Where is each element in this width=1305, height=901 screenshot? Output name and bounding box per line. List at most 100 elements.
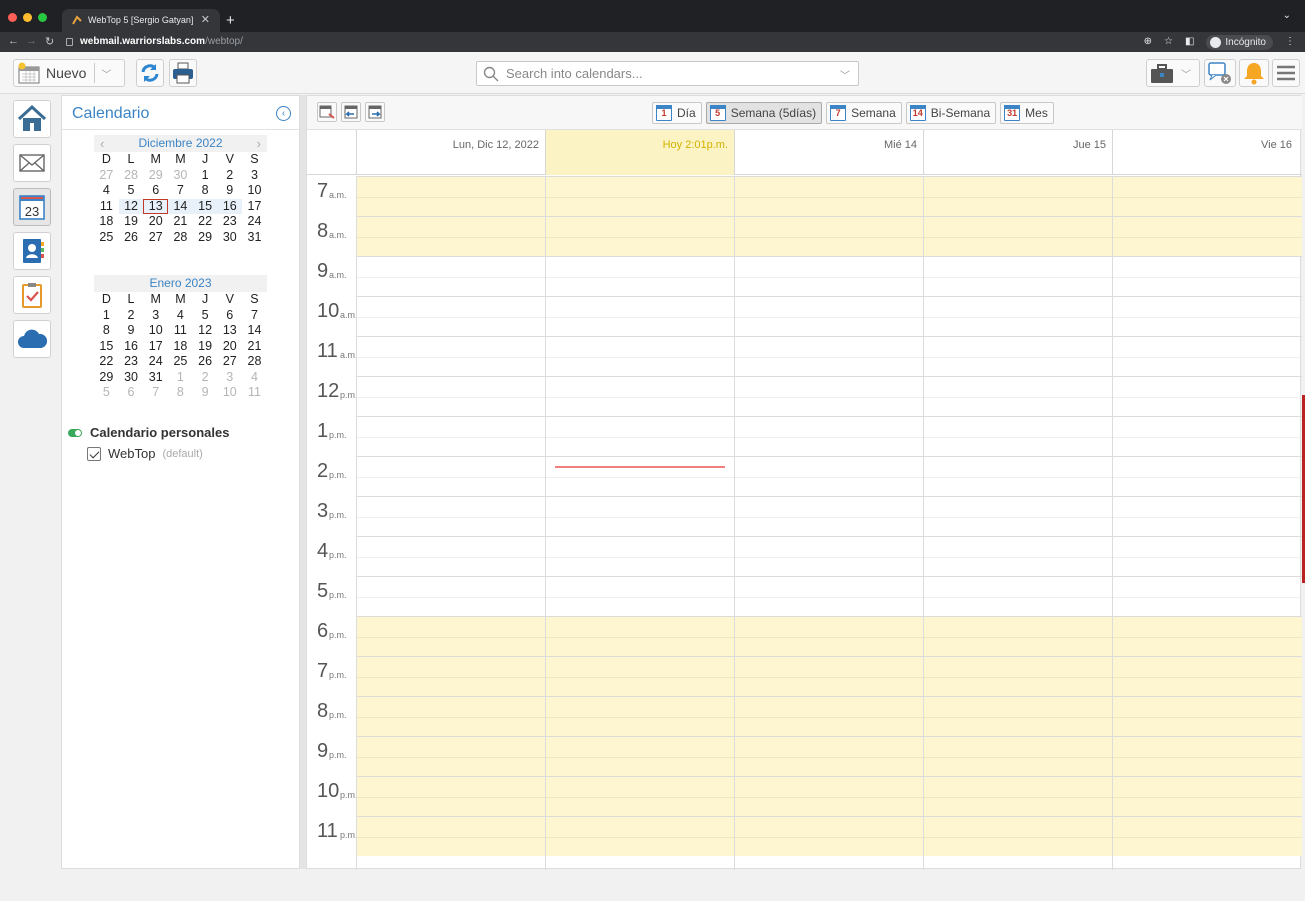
nav-mail[interactable] <box>13 144 51 182</box>
minical-day[interactable]: 19 <box>119 214 144 230</box>
minical-day[interactable]: 18 <box>168 339 193 355</box>
minical-day[interactable]: 19 <box>193 339 218 355</box>
minical-day[interactable]: 28 <box>119 168 144 184</box>
hour-row[interactable] <box>356 696 1302 736</box>
minical-day[interactable]: 23 <box>217 214 242 230</box>
minical-day[interactable]: 14 <box>242 323 267 339</box>
minical-day[interactable]: 29 <box>94 370 119 386</box>
view-button[interactable]: 31 Mes <box>1000 102 1054 124</box>
chevron-down-icon[interactable]: ﹀ <box>840 67 850 82</box>
minical-day[interactable]: 24 <box>143 354 168 370</box>
minical-day[interactable]: 7 <box>143 385 168 401</box>
minical-day[interactable]: 11 <box>168 323 193 339</box>
minical-day[interactable]: 6 <box>143 183 168 199</box>
day-header[interactable]: Jue 15 <box>923 130 1112 175</box>
minical-day[interactable]: 30 <box>168 168 193 184</box>
minical-day[interactable]: 3 <box>242 168 267 184</box>
hour-row[interactable] <box>356 536 1302 576</box>
hour-row[interactable] <box>356 336 1302 376</box>
view-button[interactable]: 1 Día <box>652 102 702 124</box>
minical-day[interactable]: 26 <box>119 230 144 246</box>
minical-day[interactable]: 25 <box>94 230 119 246</box>
day-header[interactable]: Vie 16 <box>1112 130 1298 175</box>
browser-menu-icon[interactable]: ⋮ <box>1285 32 1295 52</box>
close-window-icon[interactable] <box>8 13 17 22</box>
minical-day[interactable]: 13 <box>217 323 242 339</box>
new-button[interactable]: Nuevo ﹀ <box>13 59 125 87</box>
minical-day[interactable]: 10 <box>143 323 168 339</box>
minical-day[interactable]: 10 <box>242 183 267 199</box>
minical-day[interactable]: 4 <box>94 183 119 199</box>
minical-day[interactable]: 11 <box>242 385 267 401</box>
main-menu-button[interactable] <box>1272 59 1300 87</box>
calendar-item-webtop[interactable]: WebTop (default) <box>87 446 203 461</box>
minical-day[interactable]: 18 <box>94 214 119 230</box>
nav-home[interactable] <box>13 100 51 138</box>
minical-day[interactable]: 8 <box>94 323 119 339</box>
minical-day[interactable]: 11 <box>94 199 119 215</box>
minical-day[interactable]: 14 <box>168 198 193 214</box>
minical-day[interactable]: 1 <box>168 370 193 386</box>
calendar-group[interactable]: Calendario personales <box>68 425 229 440</box>
minical-day[interactable]: 12 <box>118 198 144 214</box>
view-button[interactable]: 14 Bi-Semana <box>905 102 997 124</box>
view-button[interactable]: 7 Semana <box>826 102 902 124</box>
prev-period-button[interactable] <box>341 102 361 122</box>
back-icon[interactable]: ← <box>8 35 19 47</box>
bookmark-star-icon[interactable]: ☆ <box>1164 32 1173 52</box>
minical-day[interactable]: 10 <box>217 385 242 401</box>
minical-day[interactable]: 7 <box>242 308 267 324</box>
hour-row[interactable] <box>356 296 1302 336</box>
minical-day[interactable]: 27 <box>217 354 242 370</box>
hour-row[interactable] <box>356 576 1302 616</box>
minical-day[interactable]: 12 <box>193 323 218 339</box>
minical-day[interactable]: 9 <box>119 323 144 339</box>
minical-day[interactable]: 16 <box>217 198 243 214</box>
minical-day[interactable]: 21 <box>242 339 267 355</box>
collapse-sidebar-icon[interactable]: ‹ <box>276 106 291 121</box>
hour-row[interactable] <box>356 216 1302 256</box>
nav-tasks[interactable] <box>13 276 51 314</box>
minical-day[interactable]: 31 <box>143 370 168 386</box>
minical-day[interactable]: 7 <box>168 183 193 199</box>
close-tab-icon[interactable]: ✕ <box>201 9 210 32</box>
day-header[interactable]: Mié 14 <box>734 130 923 175</box>
week-grid[interactable]: 7 a.m. 8 a.m. 9 a.m. 10 a.m. 11 a.m. 12 p.m. 1 p.m. 2 p… <box>307 176 1302 870</box>
minical-day[interactable]: 2 <box>193 370 218 386</box>
nav-contacts[interactable] <box>13 232 51 270</box>
browser-tab[interactable]: WebTop 5 [Sergio Gatyan] ✕ <box>62 9 220 32</box>
minical-day[interactable]: 27 <box>143 230 168 246</box>
minical-day[interactable]: 31 <box>242 230 267 246</box>
new-tab-icon[interactable]: + <box>226 9 235 32</box>
chevron-down-icon[interactable]: ﹀ <box>101 66 111 81</box>
refresh-button[interactable] <box>136 59 164 87</box>
go-today-button[interactable] <box>317 102 337 122</box>
minical-day[interactable]: 28 <box>242 354 267 370</box>
briefcase-menu-button[interactable]: ﹀ <box>1146 59 1200 87</box>
minical-day[interactable]: 4 <box>168 308 193 324</box>
hour-row[interactable] <box>356 376 1302 416</box>
minical-day[interactable]: 3 <box>143 308 168 324</box>
minical-day[interactable]: 23 <box>119 354 144 370</box>
minical-day[interactable]: 3 <box>217 370 242 386</box>
minical-title[interactable]: Enero 2023 <box>149 276 211 290</box>
minical-day[interactable]: 28 <box>168 230 193 246</box>
hour-row[interactable] <box>356 176 1302 216</box>
minical-day[interactable]: 15 <box>192 198 218 214</box>
next-month-icon[interactable]: › <box>257 135 261 152</box>
hour-row[interactable] <box>356 456 1302 496</box>
minical-day[interactable]: 30 <box>217 230 242 246</box>
minical-day[interactable]: 2 <box>119 308 144 324</box>
hour-row[interactable] <box>356 776 1302 816</box>
minical-day[interactable]: 8 <box>193 183 218 199</box>
minical-day[interactable]: 24 <box>242 214 267 230</box>
minical-day[interactable]: 29 <box>193 230 218 246</box>
minical-day[interactable]: 20 <box>143 214 168 230</box>
hour-row[interactable] <box>356 816 1302 856</box>
minical-day[interactable]: 25 <box>168 354 193 370</box>
minical-day[interactable]: 30 <box>119 370 144 386</box>
calendar-checkbox[interactable] <box>87 446 101 461</box>
minical-day[interactable]: 17 <box>143 339 168 355</box>
hour-row[interactable] <box>356 416 1302 456</box>
minical-day[interactable]: 1 <box>94 308 119 324</box>
